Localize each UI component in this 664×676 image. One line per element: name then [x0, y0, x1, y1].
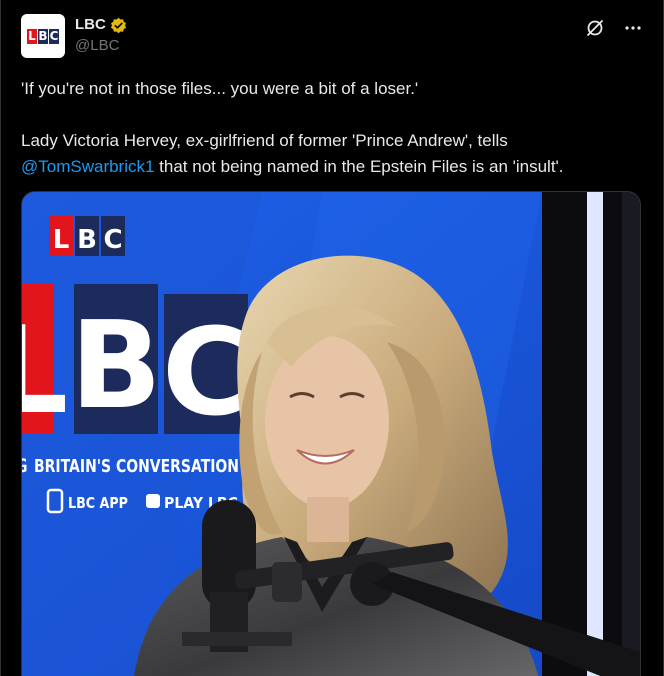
- tweet-quote-line: 'If you're not in those files... you wer…: [21, 79, 419, 98]
- author-name-row[interactable]: LBC: [75, 16, 127, 34]
- author-handle[interactable]: @LBC: [75, 37, 127, 54]
- tweet-body-suffix: that not being named in the Epstein File…: [154, 157, 564, 176]
- backdrop-logo-large: L B C: [22, 284, 250, 443]
- backdrop-tagline: BRITAIN'S CONVERSATION: [34, 456, 239, 477]
- backdrop-logo-small-letter: C: [103, 225, 122, 255]
- avatar-logo: L B C: [27, 28, 59, 44]
- backdrop-logo-large-letter: B: [70, 297, 161, 436]
- author-display-name[interactable]: LBC: [75, 16, 106, 34]
- backdrop-logo-large-letter: C: [162, 304, 250, 443]
- backdrop-logo-small: L B C: [49, 216, 125, 256]
- mention-link[interactable]: @TomSwarbrick1: [21, 157, 154, 176]
- backdrop-tagline-prefix: G: [22, 455, 27, 477]
- backdrop-logo-small-letter: B: [77, 225, 97, 255]
- avatar-letter: L: [27, 28, 37, 44]
- backdrop-logo-large-letter: L: [22, 302, 68, 441]
- avatar-letter: C: [49, 28, 59, 44]
- tweet-body-line: Lady Victoria Hervey, ex-girlfriend of f…: [21, 128, 641, 180]
- author-info: LBC @LBC: [75, 16, 127, 54]
- tweet-text: 'If you're not in those files... you wer…: [21, 76, 641, 180]
- backdrop-logo-small-letter: L: [53, 225, 70, 255]
- tweet-body-prefix: Lady Victoria Hervey, ex-girlfriend of f…: [21, 131, 508, 150]
- grok-slash-icon[interactable]: [585, 18, 605, 38]
- verified-badge-icon: [110, 17, 126, 33]
- backdrop-app-label: LBC APP: [68, 494, 128, 512]
- tweet-header: L B C LBC @LBC: [21, 12, 643, 60]
- avatar-letter: B: [38, 28, 48, 44]
- speaker-icon: [146, 494, 160, 508]
- video-frame: L B C L B C G BRITAIN'S CONVERSATION LBC…: [22, 192, 640, 676]
- header-actions: [585, 18, 643, 38]
- more-dots-icon[interactable]: [623, 18, 643, 38]
- tweet-card: L B C LBC @LBC 'If you're not in those f…: [0, 0, 664, 676]
- video-player[interactable]: L B C L B C G BRITAIN'S CONVERSATION LBC…: [21, 191, 641, 676]
- avatar[interactable]: L B C: [21, 14, 65, 58]
